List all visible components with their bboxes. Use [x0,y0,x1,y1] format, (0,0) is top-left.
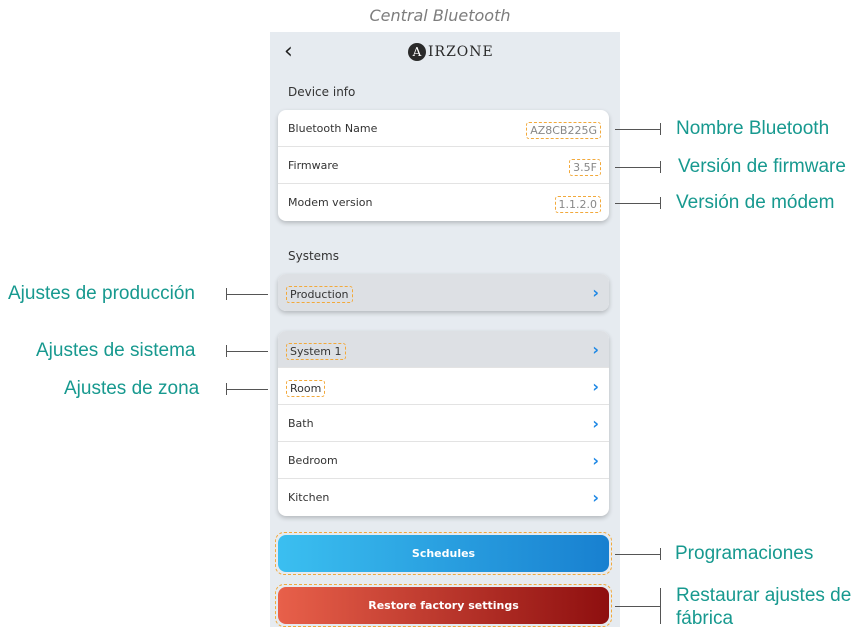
modem-version-row: Modem version 1.1.2.0 [278,184,609,221]
restore-factory-button[interactable]: Restore factory settings [278,587,609,624]
zone-row[interactable]: Bedroom › [278,442,609,479]
chevron-right-icon: › [592,283,599,302]
annotation-modem: Versión de módem [676,192,835,213]
logo-text: IRZONE [428,44,494,60]
annotation-bluetooth-name: Nombre Bluetooth [676,118,830,139]
airzone-logo: A IRZONE [408,43,494,61]
screen-caption: Central Bluetooth [369,6,511,25]
annotation-tick [660,161,661,173]
annotation-line [615,167,660,168]
device-info-title: Device info [288,85,356,99]
annotation-restore-line1: Restaurar ajustes de [676,585,852,606]
system-label: System 1 [286,343,346,360]
zone-row[interactable]: Room › [278,368,609,405]
system-row[interactable]: System 1 › [278,331,609,368]
chevron-right-icon: › [592,414,599,433]
annotation-zone: Ajustes de zona [64,378,200,399]
systems-title: Systems [288,249,339,263]
annotation-production: Ajustes de producción [8,283,195,304]
schedules-button[interactable]: Schedules [278,535,609,572]
firmware-value: 3.5F [569,159,601,176]
chevron-right-icon: › [592,451,599,470]
logo-initial: A [408,43,426,61]
modem-version-value: 1.1.2.0 [554,196,601,213]
systems-card: System 1 › Room › Bath › Bedroom › Kitch… [278,331,609,516]
annotation-line [615,606,660,607]
annotation-tick [660,197,661,209]
chevron-right-icon: › [592,340,599,359]
annotation-tick [660,123,661,135]
zone-label: Room [286,380,326,397]
annotation-line [226,389,268,390]
annotation-line [226,351,268,352]
firmware-row: Firmware 3.5F [278,147,609,184]
zone-row[interactable]: Kitchen › [278,479,609,516]
phone-screen: ‹ A IRZONE Device info Bluetooth Name AZ… [270,32,620,627]
production-row[interactable]: Production › [278,274,609,311]
chevron-right-icon: › [592,488,599,507]
annotation-line [226,294,268,295]
annotation-tick [660,548,661,560]
annotation-firmware: Versión de firmware [678,156,846,177]
zone-label: Bedroom [288,454,338,467]
firmware-label: Firmware [288,159,339,172]
annotation-tick [660,588,661,624]
chevron-right-icon: › [592,377,599,396]
modem-version-label: Modem version [288,196,373,209]
device-info-card: Bluetooth Name AZ8CB225G Firmware 3.5F M… [278,110,609,221]
annotation-line [615,554,660,555]
bluetooth-name-row: Bluetooth Name AZ8CB225G [278,110,609,147]
bluetooth-name-value: AZ8CB225G [526,122,601,139]
zone-label: Kitchen [288,491,330,504]
annotation-line [615,203,660,204]
bluetooth-name-label: Bluetooth Name [288,122,378,135]
zone-label: Bath [288,417,314,430]
chevron-left-icon[interactable]: ‹ [284,40,293,64]
annotation-schedules: Programaciones [675,543,814,564]
annotation-system: Ajustes de sistema [36,340,196,361]
zone-row[interactable]: Bath › [278,405,609,442]
annotation-line [615,129,660,130]
production-label: Production [286,286,353,303]
production-card[interactable]: Production › [278,274,609,311]
